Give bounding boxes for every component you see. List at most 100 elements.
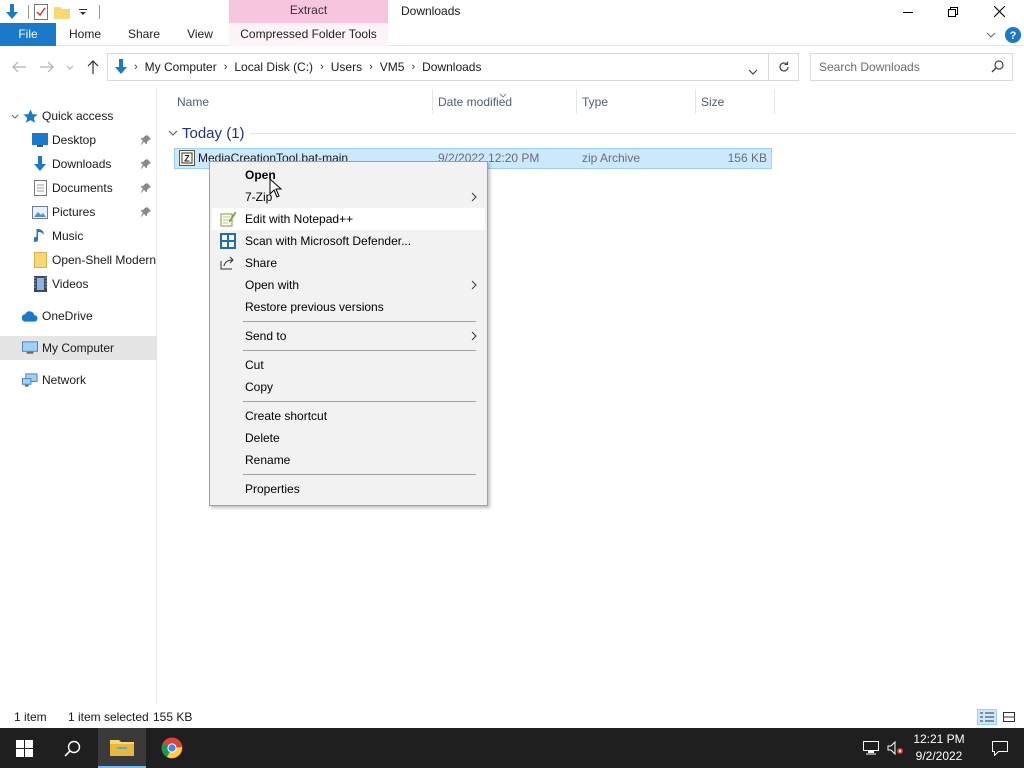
taskbar-clock[interactable]: 12:21 PM 9/2/2022: [906, 731, 972, 765]
menu-item-properties[interactable]: Properties: [212, 478, 485, 500]
menu-item-label: Scan with Microsoft Defender...: [245, 234, 412, 248]
pin-icon[interactable]: [141, 182, 151, 196]
zip-file-icon: Z: [179, 150, 195, 169]
menu-item-send-to[interactable]: Send to: [212, 325, 485, 347]
ribbon-controls: ?: [980, 23, 1024, 46]
sidebar-item-quick-access[interactable]: Quick access: [0, 104, 157, 128]
status-item-count: 1 item: [14, 710, 47, 724]
back-arrow-icon[interactable]: [10, 58, 28, 76]
column-divider[interactable]: [695, 90, 696, 114]
menu-item-label: Create shortcut: [245, 409, 328, 423]
menu-item-cut[interactable]: Cut: [212, 354, 485, 376]
address-history-chevron-icon[interactable]: [748, 64, 758, 78]
menu-item-create-shortcut[interactable]: Create shortcut: [212, 405, 485, 427]
volume-muted-icon[interactable]: [884, 728, 906, 768]
properties-check-icon[interactable]: [32, 3, 50, 21]
breadcrumb-vm5[interactable]: VM5: [375, 60, 410, 74]
menu-item-rename[interactable]: Rename: [212, 449, 485, 471]
minimize-button[interactable]: [885, 0, 931, 23]
breadcrumb-separator-icon[interactable]: ›: [367, 61, 375, 73]
ribbon-tab-bar: File Home Share View Compressed Folder T…: [0, 23, 1024, 46]
tab-compressed-folder-tools[interactable]: Compressed Folder Tools: [229, 23, 388, 46]
breadcrumb-my-computer[interactable]: My Computer: [140, 60, 222, 74]
forward-arrow-icon[interactable]: [38, 58, 56, 76]
column-divider[interactable]: [432, 90, 433, 114]
sidebar-item-onedrive[interactable]: OneDrive: [0, 304, 157, 328]
share-icon: [220, 255, 236, 271]
pictures-icon: [32, 204, 48, 220]
close-button[interactable]: [976, 0, 1022, 23]
sidebar-item-desktop[interactable]: Desktop: [0, 128, 157, 152]
toolbar-divider: [28, 5, 29, 19]
taskbar-search-icon[interactable]: [48, 728, 96, 768]
breadcrumb-downloads[interactable]: Downloads: [417, 60, 486, 74]
group-header-today[interactable]: Today (1): [166, 122, 245, 144]
breadcrumb-separator-icon[interactable]: ›: [222, 61, 230, 73]
menu-item-label: Rename: [245, 453, 291, 467]
pin-icon[interactable]: [141, 158, 151, 172]
menu-separator: [243, 321, 476, 322]
file-explorer-taskbar-icon[interactable]: [98, 728, 146, 768]
chevron-down-icon[interactable]: [8, 114, 22, 119]
sidebar-item-music[interactable]: Music: [0, 224, 157, 248]
sidebar-item-network[interactable]: Network: [0, 368, 157, 392]
menu-item-7-zip[interactable]: 7-Zip: [212, 186, 485, 208]
restore-button[interactable]: [930, 0, 976, 23]
menu-item-label: Send to: [245, 329, 287, 343]
sidebar-item-my-computer[interactable]: My Computer: [0, 336, 157, 360]
menu-item-open-with[interactable]: Open with: [212, 274, 485, 296]
tab-home[interactable]: Home: [58, 23, 112, 46]
search-icon[interactable]: [991, 60, 1004, 76]
tab-file[interactable]: File: [0, 23, 56, 46]
column-header-type[interactable]: Type: [578, 88, 693, 116]
recent-locations-chevron-icon[interactable]: [61, 58, 79, 76]
sidebar-item-open-shell-modern[interactable]: Open-Shell Modern: [0, 248, 157, 272]
clock-time: 12:21 PM: [913, 732, 965, 746]
menu-item-share[interactable]: Share: [212, 252, 485, 274]
details-view-icon[interactable]: [977, 709, 997, 725]
start-windows-icon[interactable]: [0, 728, 48, 768]
new-folder-icon[interactable]: [53, 3, 71, 21]
column-header-size[interactable]: Size: [697, 88, 773, 116]
taskbar: 12:21 PM 9/2/2022: [0, 728, 1024, 768]
large-icons-view-icon[interactable]: [999, 709, 1019, 725]
menu-item-open[interactable]: Open: [212, 164, 485, 186]
network-tray-icon[interactable]: [860, 728, 882, 768]
sidebar-item-pictures[interactable]: Pictures: [0, 200, 157, 224]
help-icon[interactable]: ?: [1002, 26, 1024, 43]
column-header-name[interactable]: Name: [173, 88, 431, 116]
address-bar[interactable]: › My Computer › Local Disk (C:) › Users …: [107, 53, 769, 81]
breadcrumb-users[interactable]: Users: [326, 60, 367, 74]
menu-item-scan-defender[interactable]: Scan with Microsoft Defender...: [212, 230, 485, 252]
extract-context-tab-header[interactable]: Extract: [229, 0, 388, 23]
up-arrow-icon[interactable]: [84, 58, 102, 76]
notepadpp-icon: [220, 211, 236, 227]
notifications-icon[interactable]: [976, 728, 1024, 768]
sidebar-item-documents[interactable]: Documents: [0, 176, 157, 200]
column-divider[interactable]: [576, 90, 577, 114]
breadcrumb-separator-icon[interactable]: ›: [318, 61, 326, 73]
menu-item-edit-with-notepadpp[interactable]: Edit with Notepad++: [212, 208, 485, 230]
download-arrow-icon[interactable]: [3, 3, 21, 21]
breadcrumb-separator-icon[interactable]: ›: [409, 61, 417, 73]
refresh-button[interactable]: [769, 53, 799, 81]
menu-item-copy[interactable]: Copy: [212, 376, 485, 398]
chrome-icon[interactable]: [148, 728, 196, 768]
menu-item-label: Cut: [245, 358, 264, 372]
expand-ribbon-chevron-icon[interactable]: [980, 32, 1002, 38]
pin-icon[interactable]: [141, 134, 151, 148]
tab-view[interactable]: View: [175, 23, 225, 46]
menu-item-restore-previous-versions[interactable]: Restore previous versions: [212, 296, 485, 318]
breadcrumb-separator-icon[interactable]: ›: [132, 61, 140, 73]
tab-share[interactable]: Share: [117, 23, 171, 46]
breadcrumb-local-disk[interactable]: Local Disk (C:): [229, 60, 318, 74]
chevron-down-icon[interactable]: [166, 130, 180, 136]
column-divider[interactable]: [774, 90, 775, 114]
menu-item-delete[interactable]: Delete: [212, 427, 485, 449]
sidebar-item-videos[interactable]: Videos: [0, 272, 157, 296]
sidebar-item-downloads[interactable]: Downloads: [0, 152, 157, 176]
pin-icon[interactable]: [141, 206, 151, 220]
file-type: zip Archive: [582, 151, 641, 165]
search-input[interactable]: Search Downloads: [810, 53, 1013, 81]
customize-toolbar-chevron-icon[interactable]: [74, 3, 92, 21]
